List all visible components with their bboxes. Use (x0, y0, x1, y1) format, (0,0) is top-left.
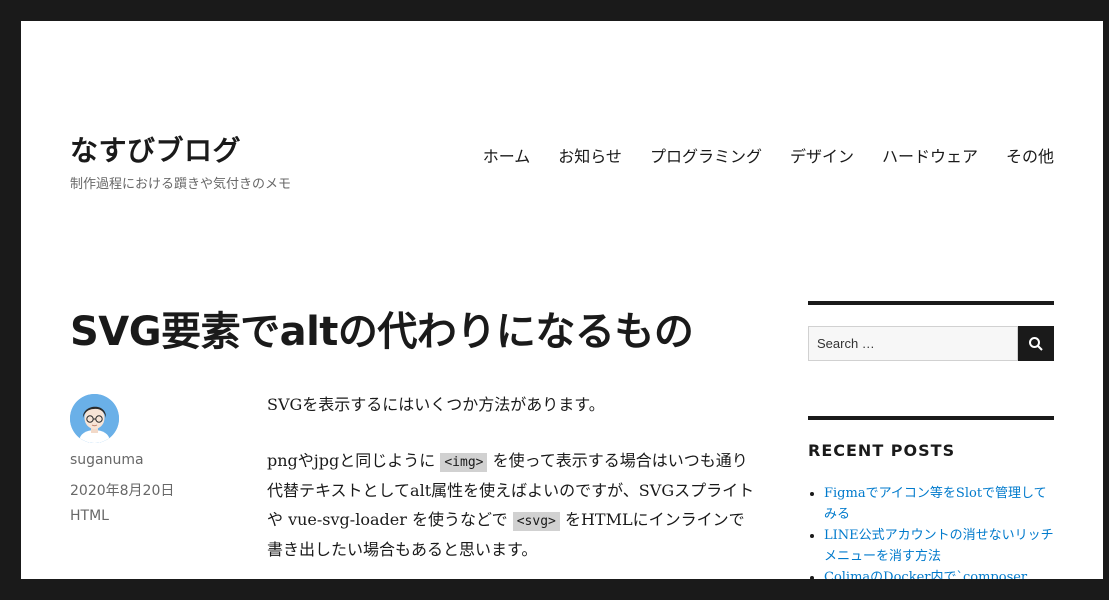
recent-posts-title: RECENT POSTS (808, 441, 956, 460)
list-item: LINE公式アカウントの消せないリッチメニューを消す方法 (824, 525, 1054, 567)
nav-item-other[interactable]: その他 (1006, 143, 1054, 167)
list-item: ColimaのDocker内で`composer (824, 567, 1054, 579)
search-button[interactable] (1018, 326, 1054, 361)
paragraph-1: SVGを表示するにはいくつか方法があります。 (267, 395, 605, 414)
main-navigation: ホーム お知らせ プログラミング デザイン ハードウェア その他 (483, 143, 1054, 167)
nav-item-programming[interactable]: プログラミング (650, 143, 762, 167)
post-category[interactable]: HTML (70, 508, 109, 524)
search-icon (1029, 336, 1043, 351)
site-description: 制作過程における躓きや気付きのメモ (70, 177, 292, 192)
nav-item-hardware[interactable]: ハードウェア (882, 143, 978, 167)
nav-item-news[interactable]: お知らせ (558, 143, 622, 167)
recent-post-link[interactable]: Figmaでアイコン等をSlotで管理してみる (824, 486, 1047, 522)
search-form (808, 326, 1054, 361)
recent-posts-list: Figmaでアイコン等をSlotで管理してみる LINE公式アカウントの消せない… (808, 483, 1054, 579)
avatar-illustration (70, 394, 119, 443)
list-item: Figmaでアイコン等をSlotで管理してみる (824, 483, 1054, 525)
paragraph-2-text-a: pngやjpgと同じように (267, 450, 436, 470)
inline-code-svg: <svg> (512, 511, 560, 531)
recent-post-link[interactable]: ColimaのDocker内で`composer (824, 570, 1027, 579)
site-title[interactable]: なすびブログ (70, 129, 241, 169)
avatar[interactable] (70, 394, 119, 443)
widget-divider-recent (808, 416, 1054, 420)
inline-code-img: <img> (440, 452, 488, 472)
page: なすびブログ 制作過程における躓きや気付きのメモ ホーム お知らせ プログラミン… (21, 21, 1103, 579)
search-input[interactable] (808, 326, 1018, 361)
nav-item-home[interactable]: ホーム (483, 143, 531, 167)
widget-divider-search (808, 301, 1054, 305)
recent-post-link[interactable]: LINE公式アカウントの消せないリッチメニューを消す方法 (824, 528, 1054, 564)
post-title: SVG要素でaltの代わりになるもの (70, 309, 694, 355)
paragraph-2: pngやjpgと同じように <img> を使って表示する場合はいつも通り代替テキ… (267, 447, 757, 565)
post-content: SVGを表示するにはいくつか方法があります。 pngやjpgと同じように <im… (267, 391, 757, 579)
post-date[interactable]: 2020年8月20日 (70, 480, 174, 500)
nav-item-design[interactable]: デザイン (790, 143, 854, 167)
post-author[interactable]: suganuma (70, 452, 144, 468)
